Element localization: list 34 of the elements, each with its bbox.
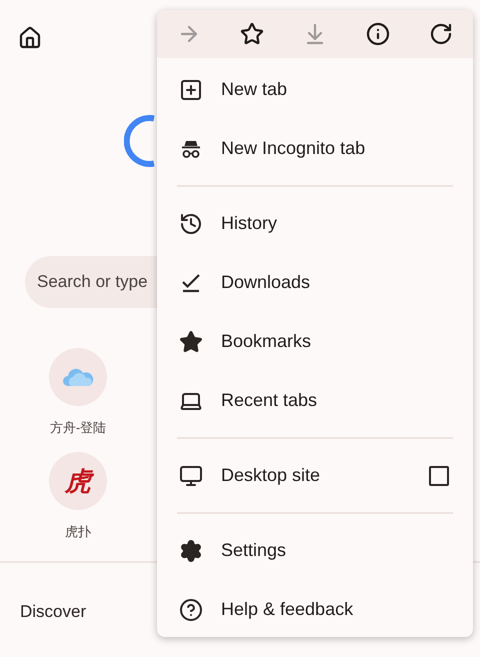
menu-item-label: Desktop site — [221, 464, 322, 487]
discover-heading: Discover — [20, 602, 86, 621]
menu-item[interactable]: Desktop site — [157, 446, 473, 505]
menu-item-label: New tab — [221, 78, 288, 101]
menu-item-label: History — [221, 212, 278, 235]
menu-item[interactable]: Downloads — [157, 253, 473, 312]
plus-square-icon — [179, 78, 203, 102]
shortcut-tile[interactable]: 虎 — [49, 452, 107, 510]
menu-item[interactable]: New Incognito tab — [157, 119, 473, 178]
menu-item[interactable]: Recent tabs — [157, 371, 473, 430]
menu-item[interactable]: Settings — [157, 521, 473, 580]
monitor-icon — [179, 464, 203, 488]
checkbox[interactable] — [429, 466, 449, 486]
info-icon — [366, 22, 390, 46]
star-icon — [179, 330, 203, 354]
star-icon — [240, 22, 264, 46]
menu-item[interactable]: History — [157, 194, 473, 253]
menu-item[interactable]: Help & feedback — [157, 580, 473, 637]
menu-item-label: New Incognito tab — [221, 137, 366, 160]
history-icon — [179, 212, 203, 236]
shortcut-label: 方舟-登陆 — [50, 419, 106, 437]
menu-item-label: Downloads — [221, 271, 312, 294]
menu-item-label: Help & feedback — [221, 598, 354, 621]
menu-item-label: Bookmarks — [221, 330, 312, 353]
shortcut-label: 虎扑 — [65, 522, 91, 540]
menu-item-label: Recent tabs — [221, 389, 318, 412]
cloud-icon — [62, 367, 94, 387]
reload-icon — [429, 22, 453, 46]
menu-item[interactable]: Bookmarks — [157, 312, 473, 371]
menu-item[interactable]: New tab — [157, 60, 473, 119]
help-icon — [179, 598, 203, 622]
menu-item-label: Settings — [221, 539, 288, 562]
logo-drawing — [124, 115, 157, 167]
home-icon[interactable] — [18, 26, 42, 50]
